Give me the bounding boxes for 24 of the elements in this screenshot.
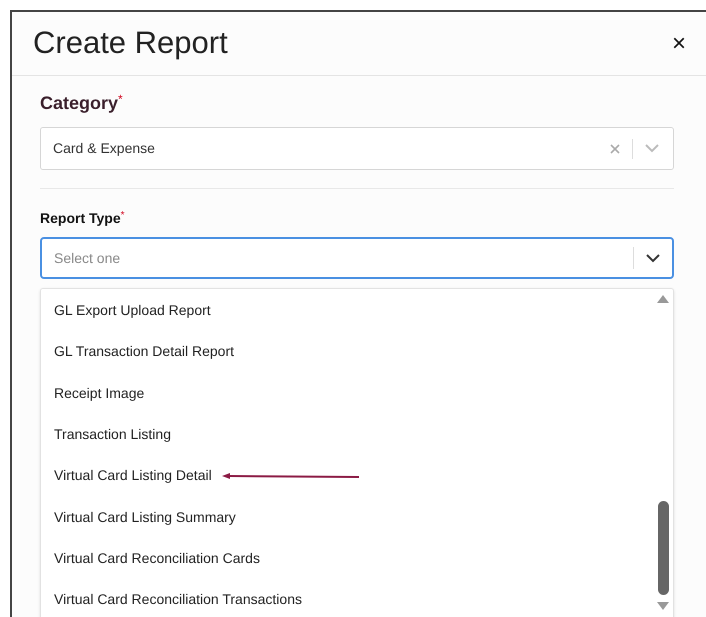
report-type-input[interactable]: Select one: [54, 248, 621, 268]
report-type-select[interactable]: Select one: [40, 237, 674, 279]
field-label: Category: [40, 92, 118, 115]
dropdown-option[interactable]: Virtual Card Reconciliation Transactions: [54, 589, 302, 610]
field-label: Report Type: [40, 209, 121, 228]
dropdown-option[interactable]: GL Transaction Detail Report: [54, 341, 234, 362]
clear-icon[interactable]: [610, 144, 620, 154]
dropdown-option[interactable]: Virtual Card Listing Summary: [54, 506, 236, 528]
scrollbar-thumb[interactable]: [658, 501, 668, 595]
dropdown-option[interactable]: GL Export Upload Report: [54, 300, 211, 322]
dropdown-option[interactable]: Receipt Image: [54, 382, 144, 404]
required-mark: *: [118, 91, 123, 108]
dropdown-option[interactable]: Transaction Listing: [54, 424, 171, 446]
chevron-down-icon: [645, 144, 659, 153]
category-select[interactable]: Card & Expense: [40, 127, 674, 170]
scroll-down-icon[interactable]: [657, 602, 669, 610]
close-button[interactable]: ×: [672, 32, 686, 56]
chevron-down-icon: [646, 254, 660, 262]
select-value: Card & Expense: [53, 139, 156, 158]
dropdown-option[interactable]: Virtual Card Listing Detail: [54, 465, 212, 486]
dropdown-option[interactable]: Virtual Card Reconciliation Cards: [54, 548, 260, 569]
dialog-title: Create Report: [33, 24, 229, 62]
scroll-up-icon[interactable]: [657, 295, 669, 303]
required-mark: *: [120, 209, 125, 223]
